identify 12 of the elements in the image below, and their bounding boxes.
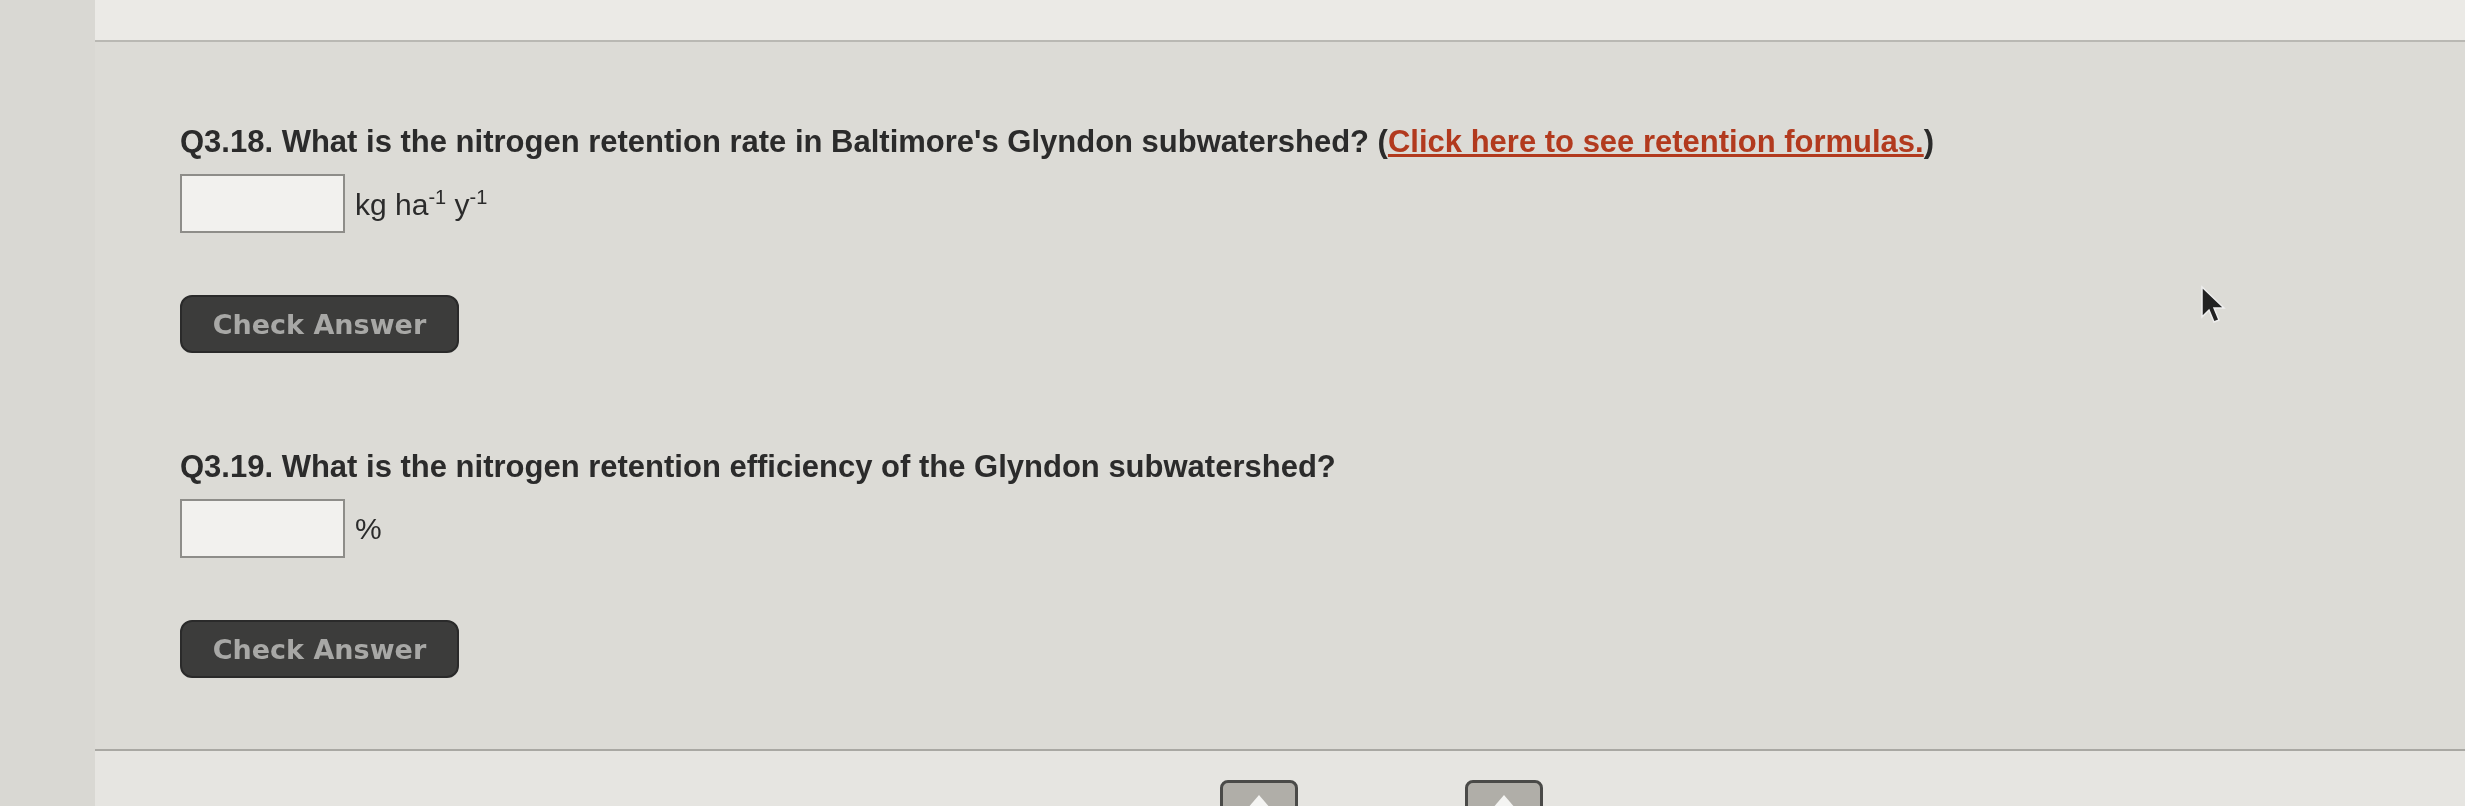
answer-field[interactable] (180, 174, 345, 233)
check-answer-button[interactable]: Check Answer (180, 295, 459, 353)
up-arrow-icon (1247, 795, 1271, 806)
check-answer-button[interactable]: Check Answer (180, 620, 459, 678)
question-text: Q3.18. What is the nitrogen retention rate in Baltimore's Glyndon subwatershed? (Click here to see retention formulas.) (180, 124, 1936, 160)
cursor-icon (2200, 285, 2226, 325)
up-arrow-icon (1492, 795, 1516, 806)
question-text: Q3.19. What is the nitrogen retention efficiency of the Glyndon subwatershed? (180, 449, 1337, 485)
formulas-link[interactable]: Click here to see retention formulas. (1387, 124, 1924, 159)
unit-label: % (355, 511, 382, 546)
unit-label: kg ha$^{-1}$ y$^{-1}$ (355, 185, 488, 222)
answer-field[interactable] (180, 499, 345, 558)
